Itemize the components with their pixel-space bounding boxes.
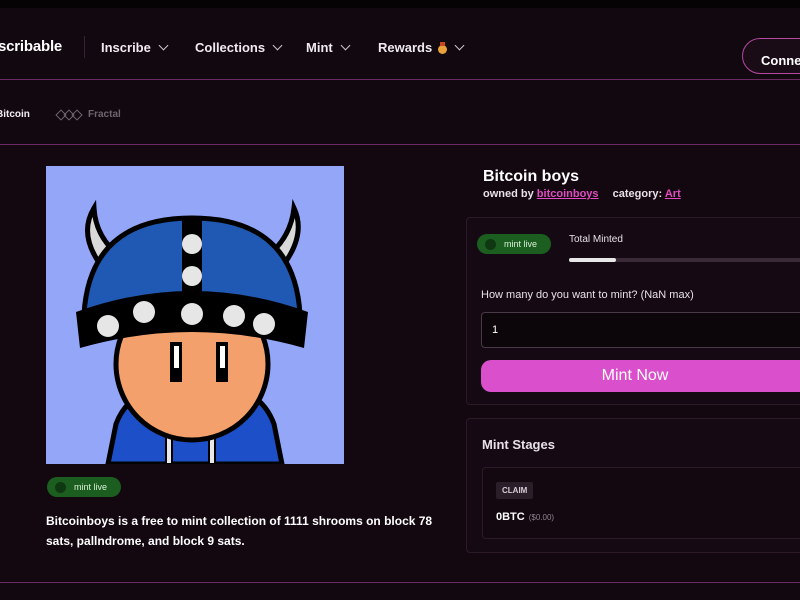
stage-price-btc: 0BTC [496,511,525,523]
mint-live-label: mint live [74,482,108,492]
mint-card: mint live Total Minted How many do you w… [466,217,800,405]
fractal-icon [55,108,83,121]
mint-stage-item[interactable]: CLAIM 0BTC ($0.00) [482,467,800,539]
nav-mint-label: Mint [306,40,333,55]
site-logo[interactable]: scribable [0,38,62,55]
nav-collections-label: Collections [195,40,266,55]
nav-separator [84,36,85,58]
category-label: category: [612,188,663,200]
owner-link[interactable]: bitcoinboys [537,188,599,200]
mint-live-label: mint live [504,239,538,249]
nft-preview-image [46,166,344,464]
mint-now-button[interactable]: Mint Now [481,360,800,392]
category-link[interactable]: Art [665,188,681,200]
total-minted-progress [569,258,800,262]
mint-stages-card: Mint Stages CLAIM 0BTC ($0.00) [466,418,800,553]
nav-rewards[interactable]: Rewards [378,40,465,55]
collection-owner-line: owned by bitcoinboys category: Art [483,188,681,200]
chevron-down-icon [272,40,283,51]
progress-fill [569,258,617,262]
bitcoin-boy-artwork [46,166,344,464]
chevron-down-icon [454,40,465,51]
stage-price: 0BTC ($0.00) [496,511,554,523]
chain-selector: Bitcoin Fractal [0,81,800,145]
quantity-input[interactable] [481,312,800,348]
collection-description: Bitcoinboys is a free to mint collection… [46,514,433,548]
nav-mint[interactable]: Mint [306,40,351,55]
nav-inscribe-label: Inscribe [101,40,151,55]
mint-stages-title: Mint Stages [482,437,555,452]
chain-fractal-tab[interactable]: Fractal [55,108,121,121]
quantity-label: How many do you want to mint? (NaN max) [481,289,694,301]
mint-page-content: mint live Bitcoinboys is a free to mint … [0,146,800,582]
collection-title: Bitcoin boys [483,168,580,185]
medal-icon [437,41,448,54]
mint-live-badge: mint live [477,234,552,254]
chain-bitcoin-tab[interactable]: Bitcoin [0,109,30,120]
nav-collections[interactable]: Collections [195,40,283,55]
page: scribable Inscribe Collections Mint Rewa… [0,0,800,600]
connect-wallet-button[interactable]: Connect [742,38,800,74]
nav-inscribe[interactable]: Inscribe [101,40,169,55]
top-nav: scribable Inscribe Collections Mint Rewa… [0,8,800,80]
chain-fractal-label: Fractal [88,109,121,120]
status-dot-icon [485,238,496,250]
total-minted-label: Total Minted [569,234,623,245]
stage-tag: CLAIM [496,482,534,499]
browser-top-strip [0,0,800,8]
chevron-down-icon [340,40,351,51]
stage-price-usd: ($0.00) [528,513,555,522]
owned-by-label: owned by [483,188,534,200]
chain-bitcoin-label: Bitcoin [0,109,30,120]
nav-rewards-label: Rewards [378,40,433,55]
footer-strip [0,583,800,600]
chevron-down-icon [158,40,169,51]
mint-live-badge: mint live [47,477,122,497]
status-dot-icon [55,481,66,493]
